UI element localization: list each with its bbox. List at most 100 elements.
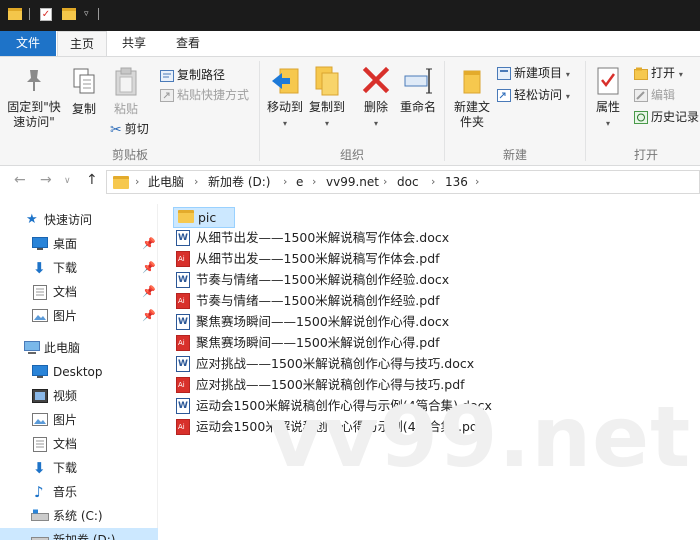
delete-x-icon <box>362 66 390 94</box>
new-folder-button[interactable]: 新建文件夹 <box>450 65 494 130</box>
nav-system-c[interactable]: 系统 (C:) <box>0 504 158 528</box>
copy-label: 复制 <box>71 102 96 116</box>
nav-music[interactable]: ♪ 音乐 <box>0 480 158 504</box>
edit-button[interactable]: 编辑 <box>634 85 675 105</box>
recent-locations-chevron-icon[interactable]: ∨ <box>64 176 71 186</box>
easy-access-label: 轻松访问 <box>514 88 563 102</box>
nav-label: 下载 <box>53 461 78 475</box>
easy-access-button[interactable]: 轻松访问 ▾ <box>497 85 570 105</box>
pdf-file-icon <box>176 251 190 267</box>
chevron-right-icon[interactable]: › <box>475 174 479 190</box>
nav-pc-pictures[interactable]: 图片 <box>0 408 158 432</box>
breadcrumb-e[interactable]: e <box>296 174 303 190</box>
copy-to-caret-icon: ▾ <box>324 119 329 128</box>
cut-button[interactable]: ✂ 剪切 <box>110 119 149 139</box>
back-arrow-icon[interactable]: ← <box>14 172 26 188</box>
pdf-file-icon <box>176 419 190 435</box>
up-arrow-icon[interactable]: ↑ <box>86 172 98 188</box>
open-button[interactable]: 打开 ▾ <box>634 63 683 83</box>
tab-view[interactable]: 查看 <box>160 31 216 56</box>
chevron-right-icon[interactable]: › <box>283 174 287 190</box>
move-to-label: 移动到 <box>266 100 303 114</box>
paste-icon <box>115 67 137 96</box>
ribbon: 固定到"快速访问" 复制 粘贴 复制路径 粘贴快捷方式 ✂ 剪切 剪贴板 移动到 … <box>0 56 700 166</box>
nav-label: 系统 (C:) <box>53 509 103 523</box>
pin-icon[interactable]: 📌 <box>142 232 156 256</box>
nav-quick-access[interactable]: ★ 快速访问 <box>0 208 158 232</box>
breadcrumb-136[interactable]: 136 <box>445 174 468 190</box>
properties-button[interactable]: 属性 ▾ <box>590 65 626 129</box>
file-name: 从细节出发——1500米解说稿写作体会.pdf <box>196 251 440 266</box>
history-button[interactable]: 历史记录 <box>634 107 699 127</box>
star-icon: ★ <box>26 212 38 227</box>
group-separator <box>259 61 260 161</box>
nav-label: 下载 <box>53 261 78 275</box>
title-bar: ✓ ▿ <box>0 0 700 31</box>
new-group-label: 新建 <box>502 148 527 162</box>
new-folder-quick-icon[interactable] <box>62 8 76 20</box>
chevron-right-icon[interactable]: › <box>383 174 387 190</box>
pdf-file-icon <box>176 293 190 309</box>
nav-documents[interactable]: 文档 📌 <box>0 280 158 304</box>
nav-pc-downloads[interactable]: ⬇ 下载 <box>0 456 158 480</box>
chevron-right-icon[interactable]: › <box>431 174 435 190</box>
delete-button[interactable]: 删除 ▾ <box>358 65 394 129</box>
nav-pc-documents[interactable]: 文档 <box>0 432 158 456</box>
pin-icon[interactable]: 📌 <box>142 280 156 304</box>
folder-icon[interactable] <box>8 8 22 20</box>
forward-arrow-icon[interactable]: → <box>40 172 52 188</box>
new-item-label: 新建项目 <box>514 66 563 80</box>
chevron-right-icon[interactable]: › <box>312 174 316 190</box>
copy-path-button[interactable]: 复制路径 <box>160 65 225 85</box>
tab-file[interactable]: 文件 <box>0 31 56 56</box>
scissors-icon: ✂ <box>110 121 122 138</box>
file-name: 节奏与情绪——1500米解说稿创作经验.pdf <box>196 293 440 308</box>
pin-quick-access-label: 固定到"快速访问" <box>7 100 61 129</box>
paste-button[interactable]: 粘贴 <box>109 67 143 117</box>
move-to-button[interactable]: 移动到 ▾ <box>264 65 306 129</box>
nav-label: 此电脑 <box>44 341 81 355</box>
file-name: 从细节出发——1500米解说稿写作体会.docx <box>196 230 450 245</box>
address-bar[interactable]: › 此电脑 › 新加卷 (D:) › e › vv99.net › doc › … <box>106 170 700 194</box>
rename-button[interactable]: 重命名 <box>398 65 438 115</box>
nav-pictures[interactable]: 图片 📌 <box>0 304 158 328</box>
tab-home[interactable]: 主页 <box>57 31 107 57</box>
new-folder-icon <box>463 70 481 94</box>
group-separator <box>585 61 586 161</box>
computer-icon <box>24 341 40 354</box>
pin-icon[interactable]: 📌 <box>142 256 156 280</box>
nav-new-volume-d[interactable]: 新加卷 (D:) <box>0 528 158 540</box>
copy-to-label: 复制到 <box>308 100 345 114</box>
ribbon-tabs: 文件 主页 共享 查看 <box>0 31 700 57</box>
copy-to-button[interactable]: 复制到 ▾ <box>306 65 348 129</box>
customize-toolbar-chevron-icon[interactable]: ▿ <box>84 9 89 19</box>
chevron-right-icon[interactable]: › <box>194 174 198 190</box>
breadcrumb-vv99-net[interactable]: vv99.net <box>326 174 379 190</box>
history-label: 历史记录 <box>651 110 700 124</box>
open-group-label: 打开 <box>633 148 658 162</box>
nav-desktop[interactable]: 桌面 📌 <box>0 232 158 256</box>
properties-label: 属性 <box>595 100 620 114</box>
properties-quick-icon[interactable]: ✓ <box>40 8 52 21</box>
breadcrumb-doc[interactable]: doc <box>397 174 419 190</box>
paste-shortcut-button[interactable]: 粘贴快捷方式 <box>160 85 249 105</box>
file-row-folder[interactable]: pic <box>173 207 235 228</box>
nav-this-pc[interactable]: 此电脑 <box>0 336 158 360</box>
chevron-right-icon[interactable]: › <box>135 174 139 190</box>
new-item-button[interactable]: 新建项目 ▾ <box>497 63 570 83</box>
nav-pc-desktop[interactable]: Desktop <box>0 360 158 384</box>
nav-downloads[interactable]: ⬇ 下载 📌 <box>0 256 158 280</box>
breadcrumb-this-pc[interactable]: 此电脑 <box>148 174 184 190</box>
pin-icon[interactable]: 📌 <box>142 304 156 328</box>
group-separator <box>444 61 445 161</box>
tab-share[interactable]: 共享 <box>108 31 160 56</box>
pin-quick-access-button[interactable]: 固定到"快速访问" <box>4 67 64 130</box>
desktop-icon <box>32 365 48 378</box>
nav-label: 文档 <box>53 285 78 299</box>
documents-icon <box>33 285 47 300</box>
copy-button[interactable]: 复制 <box>67 67 101 117</box>
copy-icon <box>73 68 95 94</box>
drive-icon <box>31 537 49 540</box>
breadcrumb-new-volume-d[interactable]: 新加卷 (D:) <box>208 174 270 190</box>
nav-videos[interactable]: 视频 <box>0 384 158 408</box>
